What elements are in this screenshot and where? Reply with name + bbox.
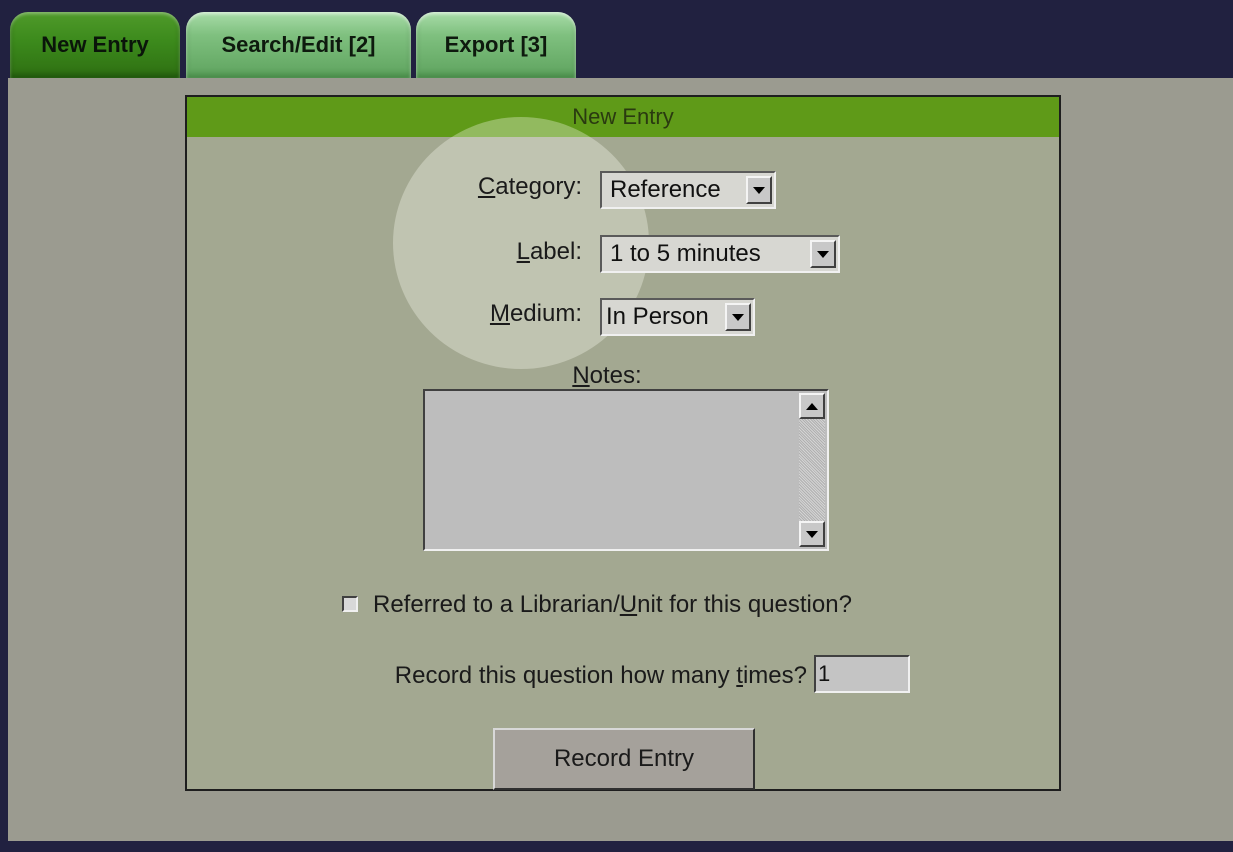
- notes-scrollbar[interactable]: [799, 393, 825, 547]
- scroll-up-icon[interactable]: [799, 393, 825, 419]
- tab-new-entry[interactable]: New Entry: [10, 12, 180, 78]
- tab-search-edit[interactable]: Search/Edit [2]: [186, 12, 411, 78]
- record-entry-button[interactable]: Record Entry: [493, 728, 755, 790]
- label-field-label: Label:: [516, 238, 582, 265]
- tab-bar: New Entry Search/Edit [2] Export [3]: [0, 0, 1233, 82]
- notes-label: Notes:: [572, 362, 642, 389]
- notes-textarea[interactable]: [423, 389, 829, 551]
- medium-select-value: In Person: [606, 303, 709, 330]
- referred-label: Referred to a Librarian/Unit for this qu…: [373, 591, 852, 618]
- chevron-down-icon[interactable]: [725, 303, 751, 331]
- chevron-down-icon[interactable]: [746, 176, 772, 204]
- label-select-value: 1 to 5 minutes: [610, 240, 761, 267]
- tab-export[interactable]: Export [3]: [416, 12, 576, 78]
- referred-checkbox[interactable]: [342, 596, 358, 612]
- times-input[interactable]: 1: [814, 655, 910, 693]
- category-label: Category:: [477, 173, 582, 200]
- scroll-down-icon[interactable]: [799, 521, 825, 547]
- medium-select[interactable]: In Person: [600, 298, 755, 336]
- category-select[interactable]: Reference: [600, 171, 776, 209]
- new-entry-form: New Entry Category: Reference Label: 1 t…: [185, 95, 1061, 791]
- form-header: New Entry: [187, 97, 1059, 137]
- category-select-value: Reference: [610, 176, 721, 203]
- label-select[interactable]: 1 to 5 minutes: [600, 235, 840, 273]
- times-label: Record this question how many times?: [394, 662, 807, 689]
- chevron-down-icon[interactable]: [810, 240, 836, 268]
- medium-label: Medium:: [489, 300, 582, 327]
